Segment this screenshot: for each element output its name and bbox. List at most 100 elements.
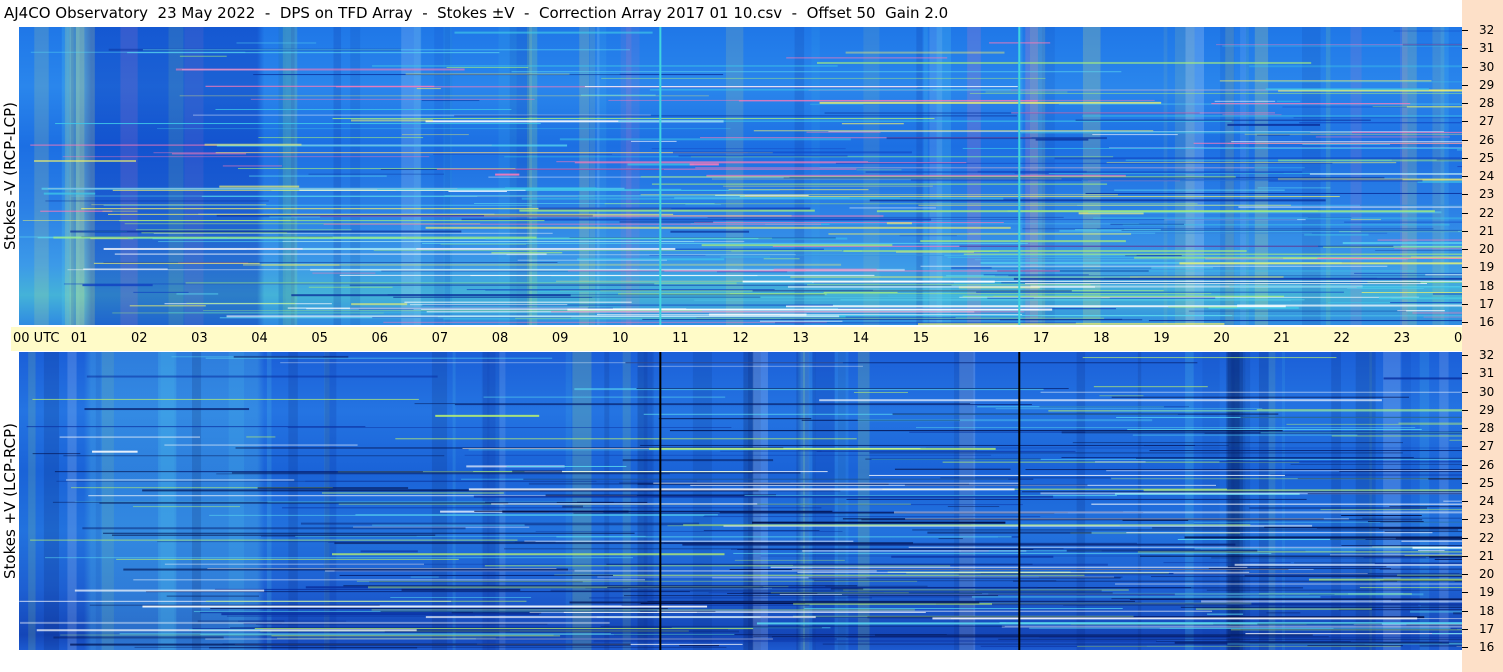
spectrogram-streak — [601, 77, 1046, 79]
spectrogram-streak — [962, 295, 1285, 297]
freq-tick-label: 24 — [1479, 494, 1495, 508]
spectrogram-streak — [567, 270, 806, 272]
spectrogram-streak — [308, 286, 393, 288]
spectrogram-column-band — [812, 352, 816, 650]
spectrogram-streak — [722, 219, 1298, 221]
spectrogram-streak — [204, 143, 302, 146]
spectrogram-streak — [157, 541, 536, 543]
spectrogram-streak — [410, 576, 439, 578]
spectrogram-streak — [485, 237, 848, 240]
spectrogram-streak — [45, 557, 634, 559]
utc-tick-label: 23 — [1393, 331, 1411, 346]
spectrogram-streak — [683, 524, 1251, 526]
utc-tick-label: 21 — [1273, 331, 1290, 346]
spectrogram-streak — [1453, 612, 1462, 615]
freq-tick-label: 18 — [1479, 603, 1495, 618]
spectrogram-streak — [538, 207, 811, 210]
spectrogram-streak — [915, 427, 1416, 429]
spectrogram-streak — [920, 265, 1388, 267]
spectrogram-streak — [962, 147, 1462, 149]
spectrogram-streak — [454, 115, 1017, 117]
spectrogram-streak — [134, 646, 727, 648]
spectrogram-streak — [1219, 461, 1462, 463]
spectrogram-streak — [215, 108, 512, 110]
spectrogram-column-band — [120, 27, 138, 325]
spectrogram-column-band — [1174, 27, 1195, 325]
spectrogram-streak — [1442, 642, 1462, 644]
spectrogram-streak — [1041, 315, 1462, 317]
spectrogram-streak — [976, 291, 1344, 293]
spectrogram-streak — [89, 604, 380, 606]
spectrogram-streak — [83, 268, 168, 270]
spectrogram-streak — [119, 633, 611, 635]
spectrogram-streak — [1061, 457, 1414, 459]
spectrogram-streak — [1417, 180, 1462, 183]
spectrogram-streak — [835, 162, 1333, 164]
spectrogram-streak — [1214, 100, 1276, 102]
spectrogram-streak — [93, 262, 260, 264]
freq-tick-label: 17 — [1479, 296, 1495, 311]
spectrogram-streak — [619, 221, 714, 223]
spectrogram-streak — [40, 210, 113, 212]
spectrogram-streak — [506, 465, 627, 467]
spectrogram-streak — [238, 620, 347, 622]
spectrogram-streak — [983, 274, 1089, 276]
spectrogram-streak — [157, 128, 731, 130]
spectrogram-column-band — [452, 352, 456, 650]
spectrogram-streak — [473, 495, 1054, 498]
spectrogram-streak — [1227, 142, 1462, 144]
spectrogram-streak — [1126, 532, 1433, 534]
spectrogram-streak — [1092, 134, 1178, 136]
spectrogram-streak — [302, 248, 417, 250]
spectrogram-streak — [658, 418, 812, 420]
utc-tick-label: 06 — [371, 331, 389, 346]
spectrogram-streak — [631, 140, 677, 142]
spectrogram-streak — [491, 252, 563, 254]
freq-tick-mark — [1462, 482, 1468, 484]
spectrogram-streak — [360, 550, 418, 553]
spectrogram-streak — [1194, 548, 1462, 550]
freq-tick-label: 21 — [1479, 223, 1495, 238]
spectrogram-streak — [653, 482, 1020, 484]
spectrogram-streak — [938, 538, 963, 540]
spectrogram-streak — [1066, 549, 1258, 552]
spectrogram-streak — [551, 311, 1025, 313]
spectrogram-streak — [920, 240, 1126, 243]
spectrogram-streak — [1419, 644, 1462, 647]
spectrogram-streak — [1180, 606, 1462, 608]
spectrogram-streak — [999, 622, 1462, 625]
spectrogram-streak — [267, 501, 486, 503]
spectrogram-column-band — [28, 352, 36, 650]
spectrogram-streak — [940, 477, 1111, 479]
spectrogram-streak — [1363, 557, 1426, 559]
spectrogram-streak — [164, 444, 358, 446]
spectrogram-streak — [783, 177, 1385, 179]
spectrogram-streak — [1121, 229, 1462, 231]
spectrogram-streak — [1286, 423, 1462, 425]
freq-tick-mark — [1462, 249, 1468, 250]
freq-tick-mark — [1462, 48, 1468, 50]
spectrogram-streak — [819, 167, 1305, 169]
spectrogram-streak — [991, 267, 1214, 269]
spectrogram-streak — [759, 586, 1038, 588]
spectrogram-streak — [1149, 450, 1462, 452]
spectrogram-streak — [1168, 306, 1238, 308]
spectrogram-streak — [53, 636, 224, 639]
spectrogram-streak — [651, 183, 1108, 185]
spectrogram-streak — [540, 490, 841, 492]
spectrogram-streak — [168, 312, 577, 314]
freq-tick-mark — [1462, 501, 1468, 502]
spectrogram-streak — [703, 516, 1041, 518]
freq-tick-label: 32 — [1479, 23, 1495, 37]
top-spectrogram — [19, 27, 1462, 325]
spectrogram-streak — [1360, 230, 1458, 232]
spectrogram-streak — [63, 455, 445, 457]
spectrogram-streak — [425, 616, 816, 619]
spectrogram-streak — [332, 118, 935, 120]
spectrogram-streak — [114, 253, 547, 255]
spectrogram-streak — [1389, 506, 1462, 508]
spectrogram-streak — [731, 250, 863, 252]
spectrogram-streak — [250, 98, 535, 100]
spectrogram-streak — [1264, 526, 1462, 528]
spectrogram-streak — [1342, 242, 1462, 245]
